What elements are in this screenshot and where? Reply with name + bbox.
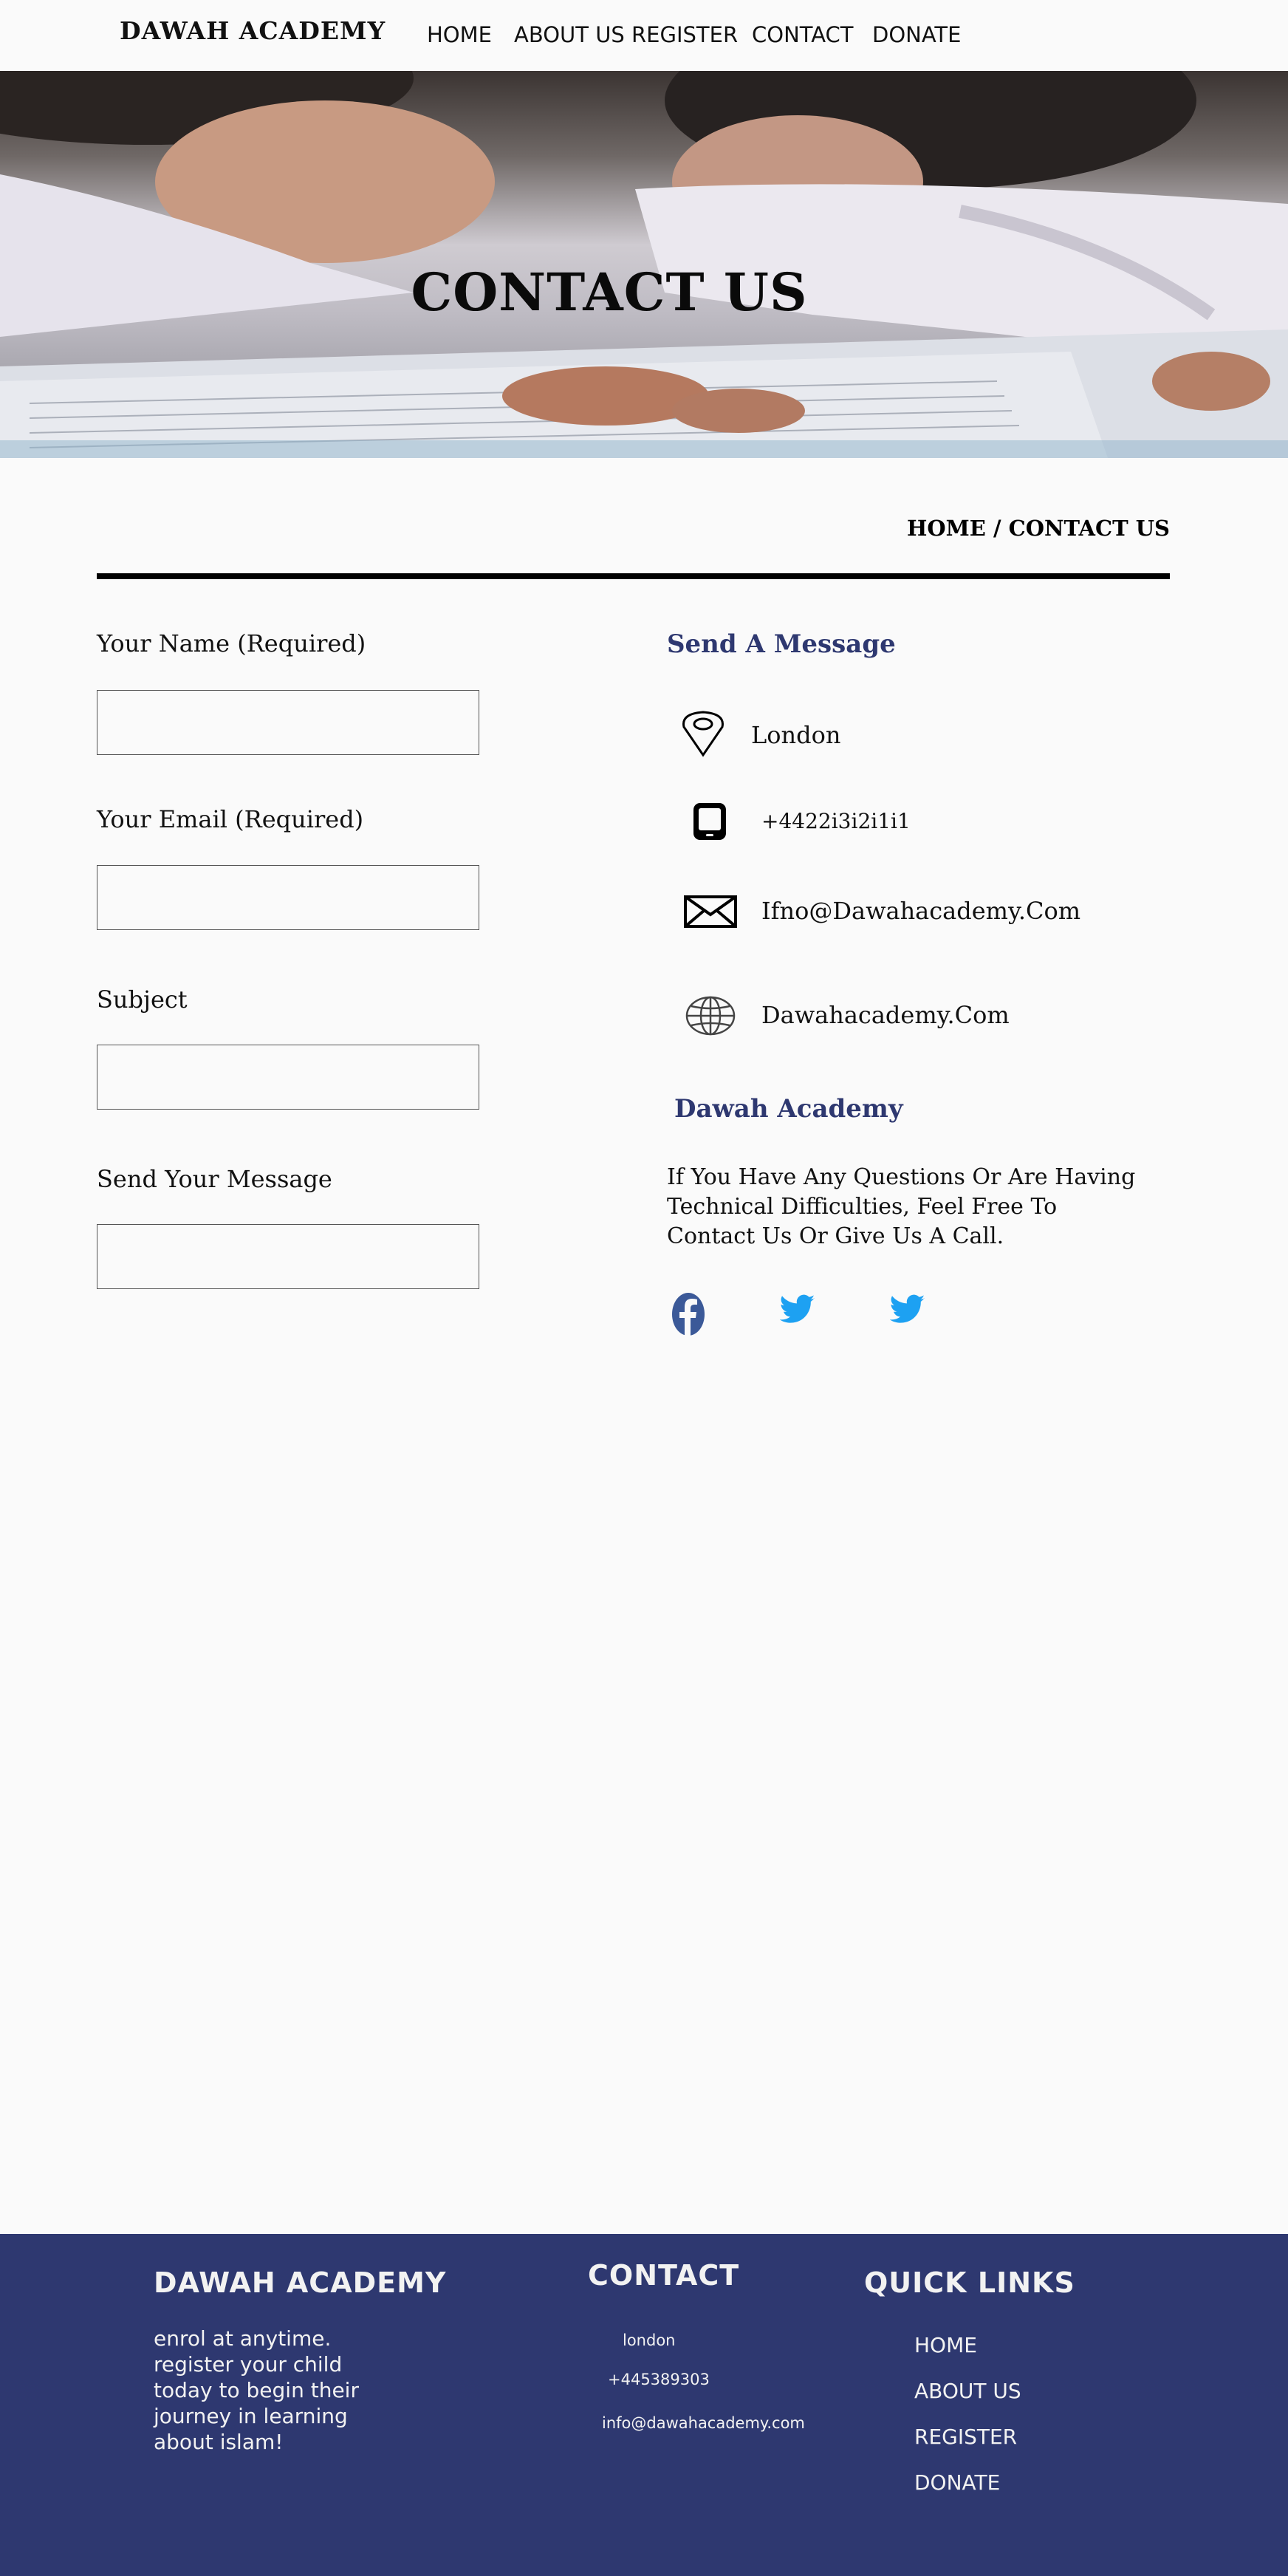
contact-website[interactable]: Dawahacademy.Com (761, 1001, 1010, 1029)
footer-quick-links-title: QUICK LINKS (864, 2266, 1075, 2299)
footer-contact-location: london (623, 2331, 676, 2349)
footer-link-home[interactable]: HOME (914, 2333, 977, 2357)
name-field[interactable] (97, 690, 479, 755)
email-field[interactable] (97, 865, 479, 930)
about-text: If You Have Any Questions Or Are Having … (667, 1164, 1136, 1249)
facebook-icon[interactable] (671, 1291, 706, 1340)
subject-label: Subject (97, 985, 188, 1014)
breadcrumb: HOME / CONTACT US (907, 516, 1170, 541)
footer-contact-email[interactable]: info@dawahacademy.com (602, 2414, 805, 2432)
footer-contact-title: CONTACT (588, 2259, 740, 2292)
contact-location: London (751, 721, 841, 749)
send-message-heading: Send A Message (667, 629, 896, 659)
message-label: Send Your Message (97, 1165, 332, 1193)
hero-banner: CONTACT US (0, 71, 1288, 458)
footer-link-register[interactable]: REGISTER (914, 2425, 1017, 2449)
footer-tagline: enrol at anytime. register your child to… (154, 2326, 359, 2454)
globe-icon (685, 996, 736, 1039)
breadcrumb-home[interactable]: HOME (907, 516, 986, 541)
page-title: CONTACT US (411, 262, 808, 323)
footer-contact-phone[interactable]: +445389303 (608, 2371, 710, 2388)
tablet-icon (691, 801, 728, 845)
site-footer: DAWAH ACADEMY enrol at anytime. register… (0, 2234, 1288, 2576)
breadcrumb-separator: / (985, 516, 1009, 541)
breadcrumb-current: CONTACT US (1008, 516, 1170, 541)
location-pin-icon (679, 709, 727, 761)
about-heading: Dawah Academy (674, 1094, 903, 1124)
subject-field[interactable] (97, 1045, 479, 1110)
site-header: DAWAH ACADEMY HOME ABOUT US REGISTER CON… (0, 0, 1288, 71)
nav-home[interactable]: HOME (427, 22, 492, 47)
nav-about-us[interactable]: ABOUT US (514, 22, 625, 47)
section-divider (97, 573, 1170, 579)
nav-contact[interactable]: CONTACT (752, 22, 854, 47)
contact-phone[interactable]: +4422i3i2i1i1 (761, 809, 911, 833)
nav-register[interactable]: REGISTER (631, 22, 738, 47)
contact-email[interactable]: Ifno@Dawahacademy.Com (761, 897, 1080, 925)
twitter-icon[interactable] (889, 1291, 925, 1330)
footer-brand-title: DAWAH ACADEMY (154, 2266, 447, 2299)
footer-link-about-us[interactable]: ABOUT US (914, 2379, 1021, 2403)
footer-link-donate[interactable]: DONATE (914, 2470, 1000, 2495)
name-label: Your Name (Required) (97, 629, 366, 657)
message-field[interactable] (97, 1224, 479, 1289)
site-logo[interactable]: DAWAH ACADEMY (120, 16, 386, 45)
email-label: Your Email (Required) (97, 805, 364, 833)
nav-donate[interactable]: DONATE (872, 22, 961, 47)
envelope-icon (684, 895, 737, 931)
twitter-icon[interactable] (779, 1291, 815, 1330)
